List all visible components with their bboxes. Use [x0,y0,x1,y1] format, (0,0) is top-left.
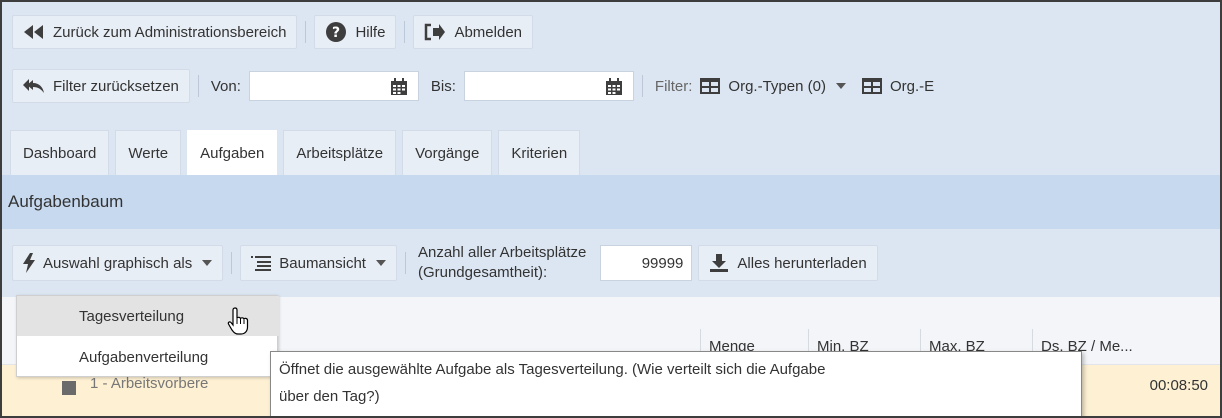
tab-aufgaben[interactable]: Aufgaben [187,130,278,175]
row-label: 1 - Arbeitsvorbere [90,375,209,392]
separator [197,75,199,97]
chevron-down-icon [202,260,213,266]
calendar-icon[interactable] [605,78,623,100]
tooltip: Öffnet die ausgewählte Aufgabe als Tages… [270,351,1082,416]
logout-button[interactable]: Abmelden [413,15,533,49]
org-types-label: Org.-Typen (0) [728,77,826,95]
from-label: Von: [210,77,241,95]
tooltip-line1: Öffnet die ausgewählte Aufgabe als Tages… [279,361,826,378]
separator [641,75,643,97]
tree-view-label: Baumansicht [279,254,366,272]
filter-toolbar: Filter zurücksetzen Von: Bis: Filter: Or… [2,68,1220,104]
tooltip-line2: über den Tag?) [279,388,380,405]
workplace-count-label: Anzahl aller Arbeitsplätze (Grundgesamth… [418,243,586,283]
tree-view-dropdown[interactable]: Baumansicht [240,245,397,281]
tab-werte[interactable]: Werte [115,130,182,175]
graphic-selection-label: Auswahl graphisch als [43,254,193,272]
menu-item-aufgabenverteilung[interactable]: Aufgabenverteilung [17,337,279,377]
org-units-label: Org.-E [889,77,935,95]
back-to-admin-label: Zurück zum Administrationsbereich [53,23,287,41]
workplace-count-label-line1: Anzahl aller Arbeitsplätze [417,244,587,261]
separator [305,21,307,43]
reply-all-icon [23,78,45,94]
help-question-icon: ? [325,21,347,43]
table-grid-icon [700,78,721,94]
chevron-down-icon [375,260,386,266]
tab-vorgaenge[interactable]: Vorgänge [402,130,493,175]
app-frame: Zurück zum Administrationsbereich ? Hilf… [0,0,1222,418]
separator [404,252,406,274]
tab-arbeitsplaetze[interactable]: Arbeitsplätze [283,130,397,175]
separator [231,252,233,274]
logout-label: Abmelden [454,23,522,41]
table-grid-icon [861,78,882,94]
main-tabs: Dashboard Werte Aufgaben Arbeitsplätze V… [2,130,1220,175]
filter-label: Filter: [654,77,693,95]
from-date-field[interactable] [248,71,419,101]
help-button[interactable]: ? Hilfe [314,15,397,49]
reset-filter-label: Filter zurücksetzen [53,77,179,95]
separator [404,21,406,43]
help-label: Hilfe [355,23,386,41]
org-units-dropdown[interactable]: Org.-E [861,77,935,95]
svg-text:?: ? [332,25,340,41]
logout-arrow-icon [424,23,446,41]
download-icon [709,253,729,273]
back-to-admin-button[interactable]: Zurück zum Administrationsbereich [12,15,298,49]
row-time-value: 00:08:50 [1149,377,1208,394]
tab-kriterien[interactable]: Kriterien [498,130,581,175]
org-types-dropdown[interactable]: Org.-Typen (0) [700,78,846,95]
top-toolbar: Zurück zum Administrationsbereich ? Hilf… [2,14,1220,50]
workplace-count-value: 99999 [641,254,684,272]
tab-dashboard[interactable]: Dashboard [10,130,110,175]
workplace-count-input[interactable]: 99999 [600,245,693,281]
hand-pointer-icon [227,307,251,339]
reset-filter-button[interactable]: Filter zurücksetzen [12,69,190,103]
workplace-count-label-line2: (Grundgesamtheit): [417,264,548,281]
chevron-down-icon [835,83,846,89]
to-date-field[interactable] [463,71,634,101]
row-square-icon [62,381,76,395]
tree-toolbar: Auswahl graphisch als Baumansicht Anzahl… [2,229,1220,297]
bolt-icon [23,253,35,273]
calendar-icon[interactable] [390,78,408,100]
fast-backward-icon [23,24,45,40]
list-indent-icon [251,255,272,271]
download-all-label: Alles herunterladen [737,254,867,272]
download-all-button[interactable]: Alles herunterladen [698,245,878,281]
graphic-selection-dropdown[interactable]: Auswahl graphisch als [12,245,224,281]
to-label: Bis: [430,77,456,95]
section-title: Aufgabenbaum [2,175,1220,229]
